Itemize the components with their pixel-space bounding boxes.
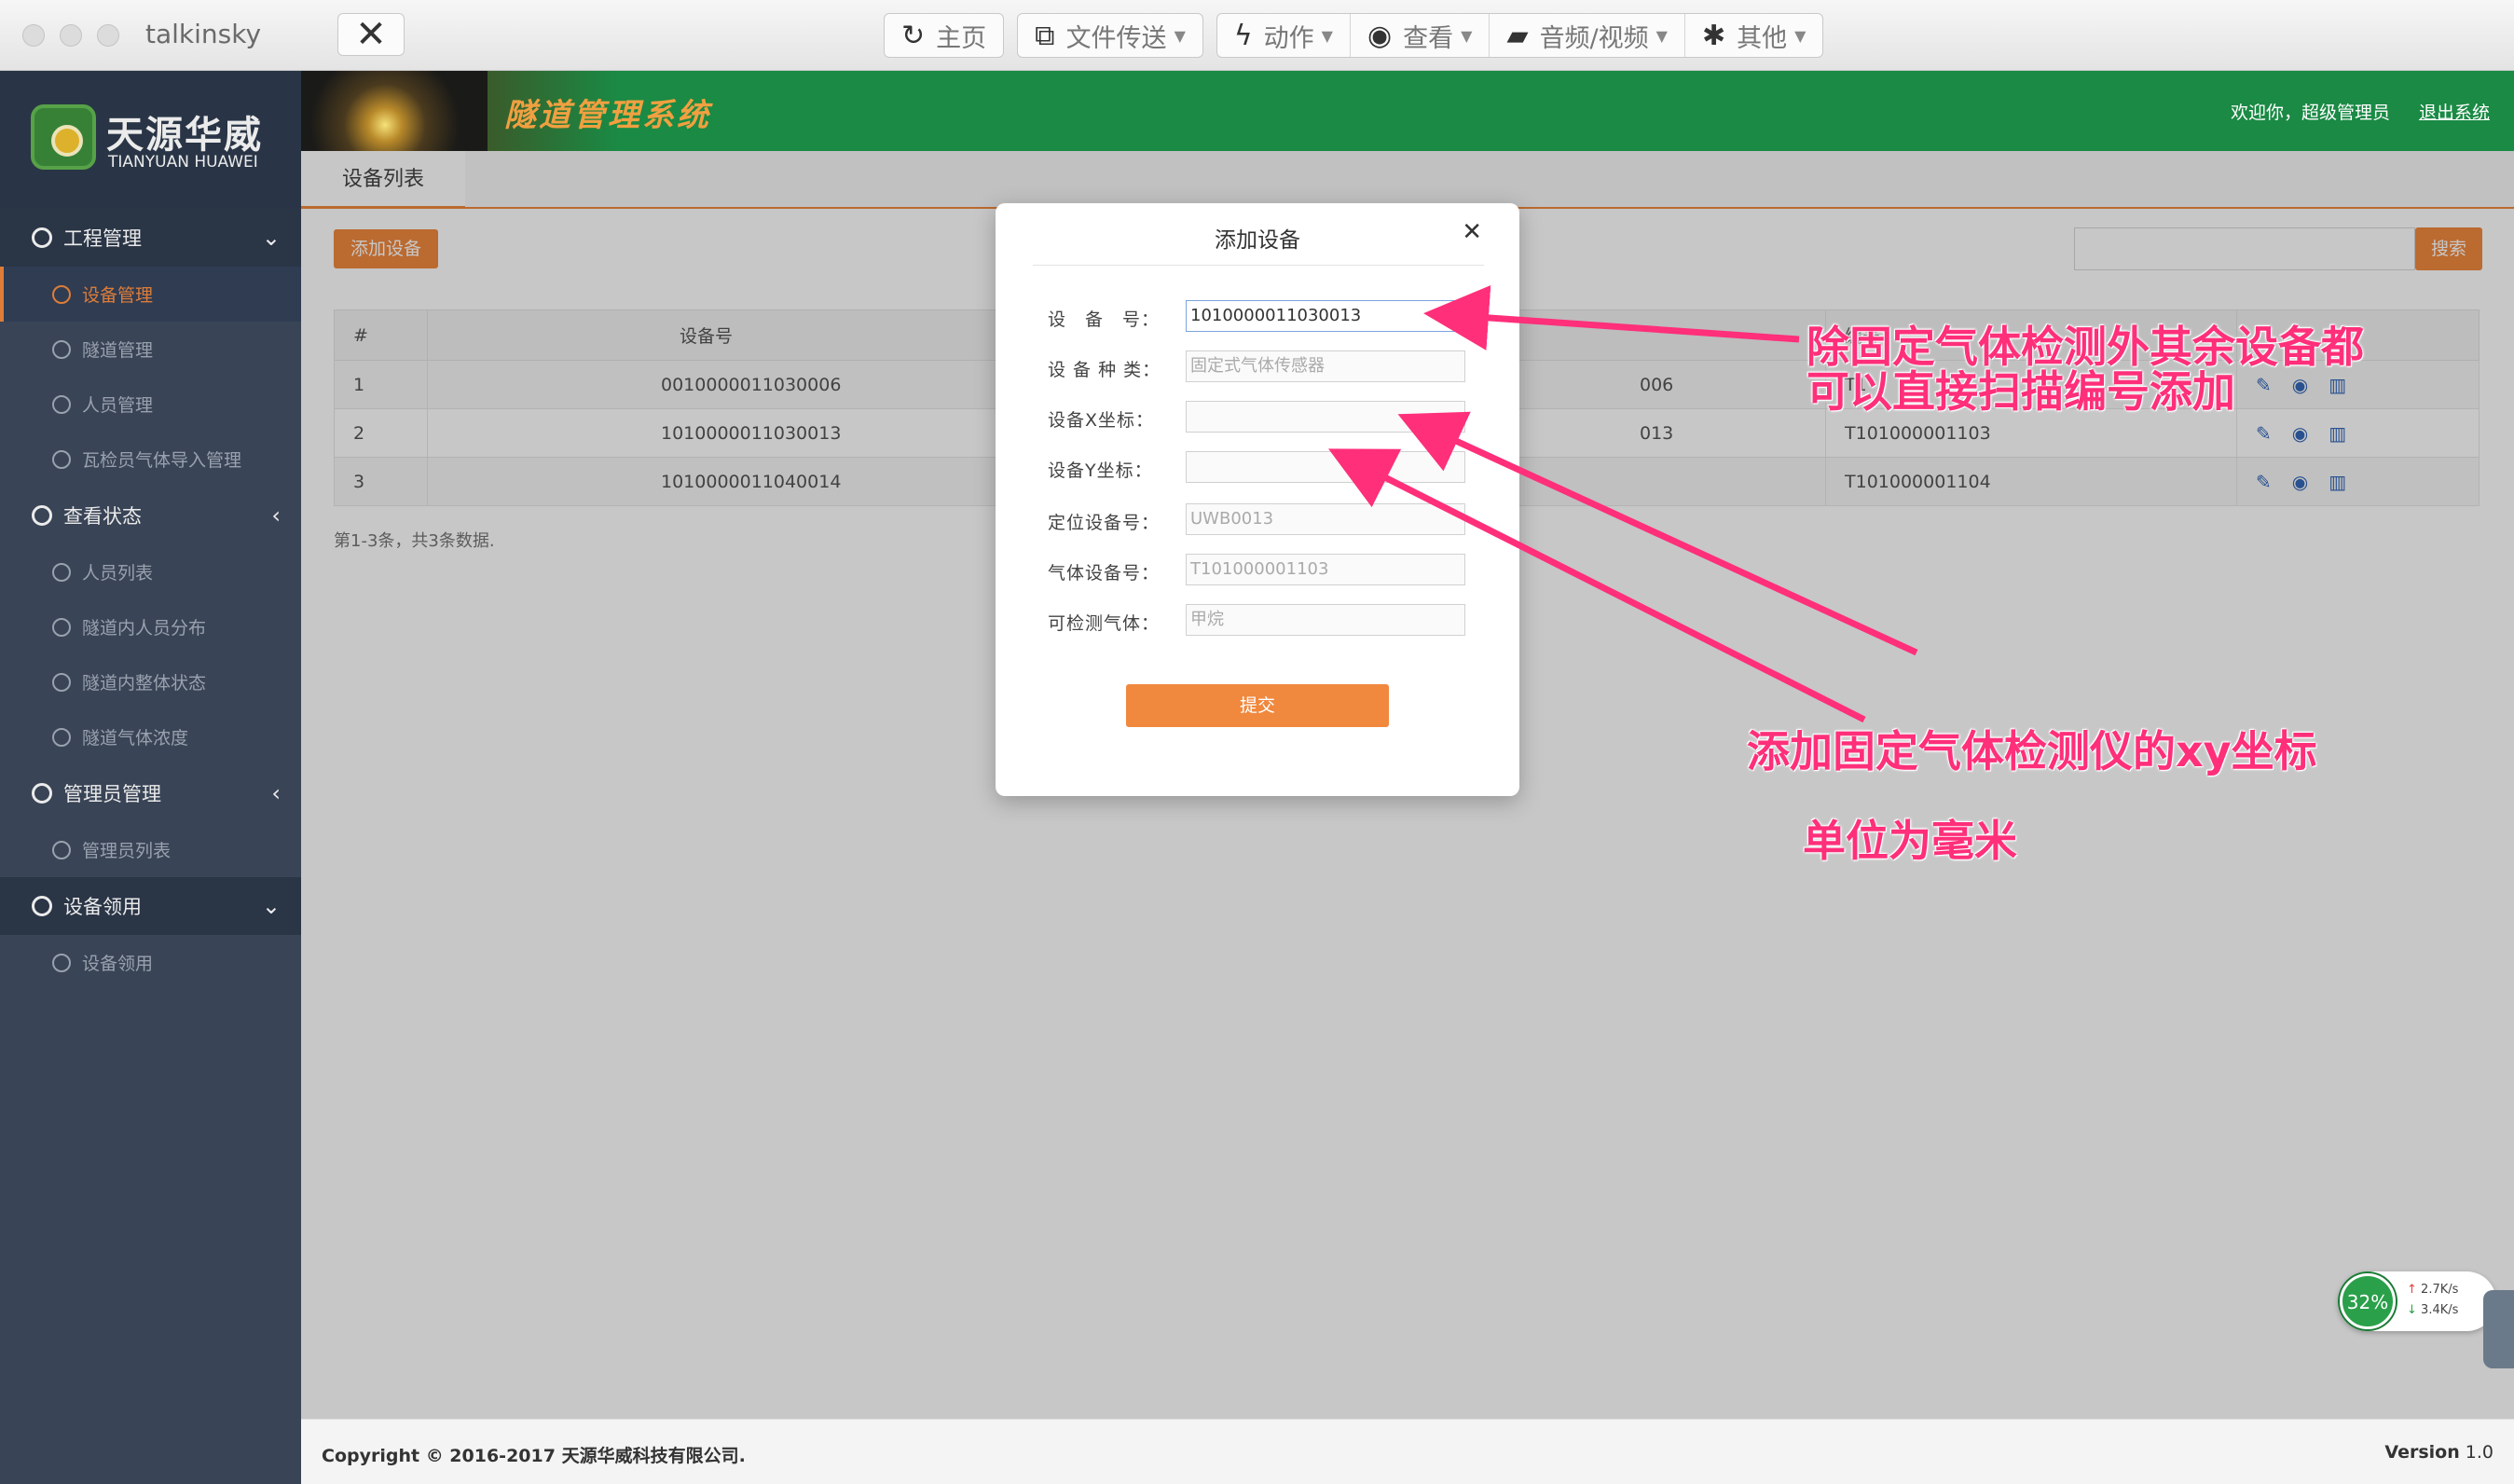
- close-icon[interactable]: ✕: [1462, 218, 1482, 246]
- field-gas-device: 气体设备号： T101000001103: [1048, 554, 1486, 587]
- field-label: 设备X坐标：: [1048, 410, 1155, 431]
- download-speed-value: 3.4K/s: [2421, 1303, 2459, 1317]
- view-label: 查看: [1403, 23, 1454, 53]
- detectable-gas-input[interactable]: 甲烷: [1186, 604, 1465, 636]
- add-device-modal: 添加设备 ✕ 设 备 号： 1010000011030013 设 备 种 类： …: [996, 203, 1519, 796]
- file-transfer-button[interactable]: ⧉ 文件传送 ▼: [1018, 14, 1202, 57]
- av-button[interactable]: ▰ 音频/视频 ▼: [1490, 14, 1685, 57]
- down-arrow-icon: ↓: [2407, 1303, 2417, 1317]
- window-minimize-dot[interactable]: [60, 24, 82, 47]
- modal-divider: [1033, 265, 1484, 266]
- field-y-coordinate: 设备Y坐标：: [1048, 451, 1486, 485]
- field-positioning-device: 定位设备号： UWB0013: [1048, 503, 1486, 537]
- file-transfer-label: 文件传送: [1065, 23, 1167, 53]
- footer: Copyright © 2016-2017 天源华威科技有限公司. Versio…: [301, 1419, 2514, 1484]
- other-label: 其他: [1737, 23, 1788, 53]
- chevron-down-icon: ▼: [1655, 26, 1668, 45]
- copyright-text: Copyright © 2016-2017 天源华威科技有限公司.: [322, 1446, 746, 1466]
- action-button[interactable]: ϟ 动作 ▼: [1217, 14, 1351, 57]
- field-label: 设备Y坐标：: [1048, 460, 1153, 481]
- refresh-icon: ↻: [901, 19, 926, 52]
- upload-speed: ↑ 2.7K/s: [2407, 1283, 2458, 1297]
- field-label: 可检测气体：: [1048, 613, 1161, 634]
- sidebar-dim: [0, 71, 301, 1484]
- field-device-number: 设 备 号： 1010000011030013: [1048, 300, 1486, 334]
- field-device-type: 设 备 种 类： 固定式气体传感器: [1048, 350, 1486, 384]
- remote-toolbar: ↻ 主页 ⧉ 文件传送 ▼ ϟ 动作 ▼ ◉ 查看 ▼ ▰ 音频/视频 ▼ ✱ 其他 ▼: [884, 13, 1836, 58]
- app-header: 隧道管理系统 欢迎你，超级管理员 退出系统: [301, 71, 2514, 151]
- window-title: talkinsky: [145, 19, 262, 49]
- y-coordinate-input[interactable]: [1186, 451, 1465, 483]
- side-dock-handle[interactable]: [2483, 1290, 2514, 1368]
- modal-title: 添加设备: [1215, 228, 1300, 253]
- chevron-down-icon: ▼: [1461, 26, 1473, 45]
- chevron-down-icon: ▼: [1794, 26, 1807, 45]
- field-label: 设 备 号：: [1048, 309, 1161, 330]
- annotation-xy-note: 添加固定气体检测仪的xy坐标: [1747, 726, 2317, 776]
- tunnel-image: [301, 71, 488, 151]
- gas-device-input[interactable]: T101000001103: [1186, 554, 1465, 585]
- field-label: 定位设备号：: [1048, 513, 1161, 533]
- system-title: 隧道管理系统: [504, 97, 711, 134]
- logout-link[interactable]: 退出系统: [2419, 99, 2490, 124]
- welcome-text: 欢迎你，超级管理员: [2230, 103, 2390, 123]
- cpu-percent-badge: 32%: [2340, 1273, 2396, 1329]
- field-x-coordinate: 设备X坐标：: [1048, 401, 1486, 434]
- version-label: Version: [2384, 1442, 2460, 1463]
- field-detectable-gas: 可检测气体： 甲烷: [1048, 604, 1486, 638]
- upload-speed-value: 2.7K/s: [2421, 1283, 2459, 1297]
- device-number-input[interactable]: 1010000011030013: [1186, 300, 1465, 332]
- window-zoom-dot[interactable]: [97, 24, 119, 47]
- version-value: 1.0: [2465, 1442, 2493, 1463]
- close-session-button[interactable]: ✕: [337, 13, 405, 56]
- up-arrow-icon: ↑: [2407, 1283, 2417, 1297]
- chevron-down-icon: ▼: [1321, 26, 1333, 45]
- home-label: 主页: [936, 23, 987, 53]
- eye-icon: ◉: [1367, 19, 1393, 52]
- copy-icon: ⧉: [1035, 19, 1055, 52]
- chat-icon: ▰: [1506, 19, 1529, 52]
- annotation-unit-note: 单位为毫米: [1803, 816, 2017, 866]
- field-label: 设 备 种 类：: [1048, 360, 1161, 380]
- x-coordinate-input[interactable]: [1186, 401, 1465, 433]
- positioning-device-input[interactable]: UWB0013: [1186, 503, 1465, 535]
- bolt-icon: ϟ: [1233, 19, 1253, 52]
- home-button[interactable]: ↻ 主页: [885, 14, 1003, 57]
- annotation-scan-note-line2: 可以直接扫描编号添加: [1807, 366, 2235, 417]
- other-button[interactable]: ✱ 其他 ▼: [1685, 14, 1822, 57]
- version-text: Version 1.0: [2384, 1442, 2493, 1463]
- view-button[interactable]: ◉ 查看 ▼: [1351, 14, 1491, 57]
- field-label: 气体设备号：: [1048, 563, 1161, 584]
- window-close-dot[interactable]: [22, 24, 45, 47]
- window-titlebar: talkinsky ✕ ↻ 主页 ⧉ 文件传送 ▼ ϟ 动作 ▼ ◉ 查看 ▼ ▰ 音频/视频 ▼…: [0, 0, 2514, 71]
- av-label: 音频/视频: [1539, 23, 1649, 53]
- device-type-input[interactable]: 固定式气体传感器: [1186, 350, 1465, 382]
- action-label: 动作: [1263, 23, 1314, 53]
- download-speed: ↓ 3.4K/s: [2407, 1303, 2458, 1317]
- submit-button[interactable]: 提交: [1126, 684, 1389, 727]
- puzzle-icon: ✱: [1701, 19, 1726, 52]
- chevron-down-icon: ▼: [1174, 26, 1186, 45]
